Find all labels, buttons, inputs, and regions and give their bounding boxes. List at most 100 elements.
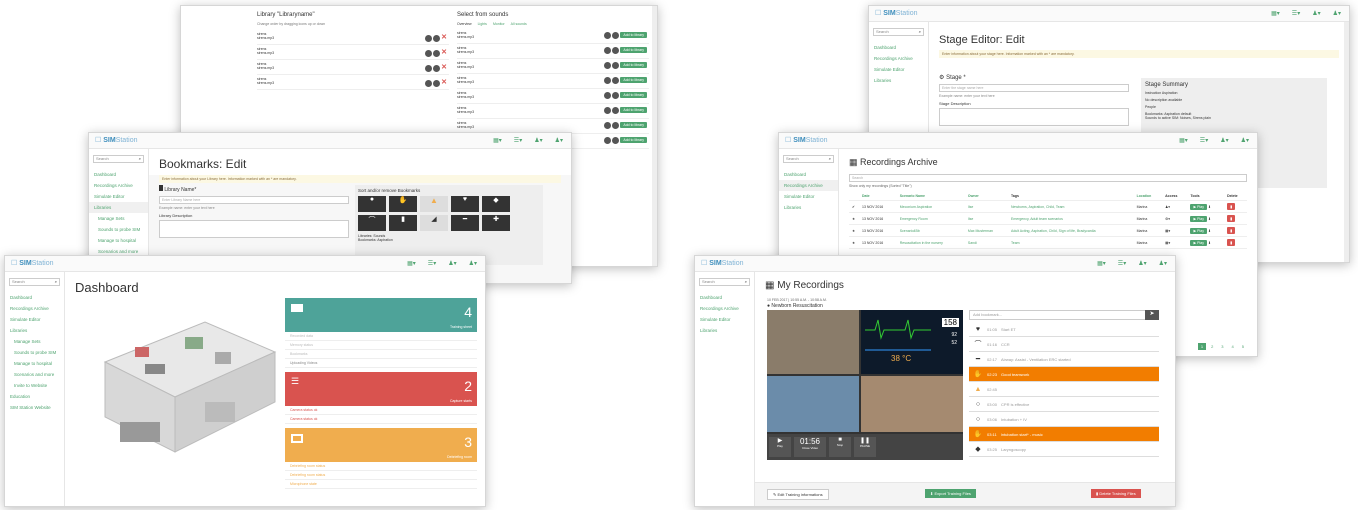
account-menu-icon[interactable]: ♟▾ [1159, 260, 1167, 267]
stethoscope-icon[interactable]: ⌒ [358, 215, 386, 231]
page-link[interactable]: 5 [1239, 343, 1247, 350]
recordings-menu-icon[interactable]: ▦▾ [493, 137, 502, 144]
hand-icon[interactable]: ✋ [389, 196, 417, 212]
sound-item[interactable]: sirenssirens.mp3 Add to library [457, 59, 649, 74]
recordings-menu-icon[interactable]: ▦▾ [1179, 137, 1188, 144]
sidebar-item-editor[interactable]: Simulate Editor [869, 64, 928, 75]
app-logo[interactable]: ☐ SIMStation [701, 259, 743, 267]
add-bookmark-button[interactable]: ➤ [1145, 310, 1159, 320]
stop-icon[interactable] [612, 107, 620, 114]
lungs-icon[interactable]: ◆ [482, 196, 510, 212]
table-row[interactable]: ★ 13 NOV 2016 Emergency Room Ilse Emerge… [849, 212, 1247, 225]
play-icon[interactable] [604, 47, 612, 54]
stop-icon[interactable]: ■ Stop [829, 437, 851, 457]
access-icon[interactable]: ♟▾ [1162, 200, 1188, 213]
add-bookmark-input[interactable]: Add bookmark... [969, 310, 1159, 320]
tab-lights[interactable]: Lights [478, 22, 487, 26]
access-icon[interactable]: ▦▾ [1162, 236, 1188, 249]
play-button[interactable]: ▶ Play [1190, 239, 1207, 246]
user-menu-icon[interactable]: ♟▾ [534, 137, 542, 144]
page-link[interactable]: 2 [1208, 343, 1216, 350]
search-icon[interactable]: ⌕ [919, 29, 921, 34]
search-icon[interactable]: ⌕ [55, 279, 57, 284]
table-row[interactable]: ✔ 13 NOV 2016 Meconium Aspiration Ilse N… [849, 200, 1247, 213]
card-row[interactable]: Camera status ok [285, 406, 477, 415]
pin-icon[interactable]: ★ [849, 212, 859, 225]
search-input[interactable]: Search ⌕ [783, 155, 834, 163]
debriefing-card[interactable]: 3 Debriefing room Debriefing room status… [285, 428, 477, 489]
pause-icon[interactable]: ❚❚ PAUSE [854, 437, 876, 457]
page-link[interactable]: 3 [1218, 343, 1226, 350]
sidebar-item-recordings[interactable]: Recordings Archive [695, 303, 754, 314]
stop-icon[interactable] [612, 137, 620, 144]
sidebar-item-manage-sets[interactable]: Manage Sets [5, 336, 64, 347]
list-menu-icon[interactable]: ☰▾ [428, 260, 436, 267]
syringe-icon[interactable]: ━ [451, 215, 479, 231]
account-menu-icon[interactable]: ♟▾ [1333, 10, 1341, 17]
play-icon[interactable] [425, 34, 433, 42]
play-icon[interactable] [604, 92, 612, 99]
speech-bubble-icon[interactable]: ● [358, 196, 386, 212]
search-input[interactable]: Search ⌕ [9, 278, 60, 286]
sidebar-item-editor[interactable]: Simulate Editor [5, 314, 64, 325]
sidebar-item-invite[interactable]: Invite to Website [5, 380, 64, 391]
search-input[interactable]: Search ⌕ [873, 28, 924, 36]
library-scrollbar[interactable] [652, 6, 657, 266]
sound-item[interactable]: sirenssirens.mp3 Add to library [457, 104, 649, 119]
timeline-row[interactable]: ⌒ 01:16 CCR [969, 337, 1159, 352]
sidebar-item-dashboard[interactable]: Dashboard [5, 292, 64, 303]
edit-training-button[interactable]: ✎ Edit Training informations [767, 489, 829, 500]
list-menu-icon[interactable]: ☰▾ [1200, 137, 1208, 144]
add-to-library-button[interactable]: Add to library [620, 77, 647, 84]
user-menu-icon[interactable]: ♟▾ [1312, 10, 1320, 17]
col-name[interactable]: Scenario Name [896, 192, 965, 201]
user-menu-icon[interactable]: ♟▾ [1138, 260, 1146, 267]
add-to-library-button[interactable]: Add to library [620, 47, 647, 54]
library-name-input[interactable]: Enter Library Name here [159, 196, 349, 204]
play-button[interactable]: ▶ Play [1190, 203, 1207, 210]
delete-icon[interactable]: ▮ [1227, 203, 1236, 210]
library-item[interactable]: sirens sirens.mp3 ✕ [257, 60, 449, 75]
play-icon[interactable] [604, 107, 612, 114]
recordings-menu-icon[interactable]: ▦▾ [1097, 260, 1106, 267]
add-to-library-button[interactable]: Add to library [620, 32, 647, 39]
app-logo[interactable]: ☐ SIMStation [785, 136, 827, 144]
sidebar-item-website[interactable]: SIM Station Website [5, 402, 64, 413]
download-icon[interactable]: ⬇ [1208, 229, 1211, 233]
list-menu-icon[interactable]: ☰▾ [514, 137, 522, 144]
add-to-library-button[interactable]: Add to library [620, 92, 647, 99]
sound-item[interactable]: sirenssirens.mp3 Add to library [457, 74, 649, 89]
sidebar-item-sounds[interactable]: Sounds to probe SIM [5, 347, 64, 358]
stop-icon[interactable] [433, 64, 441, 72]
sidebar-item-libraries[interactable]: Libraries [89, 202, 148, 213]
stage-name-input[interactable]: Enter the stage name here [939, 84, 1129, 92]
remove-icon[interactable]: ✕ [441, 64, 447, 71]
col-owner[interactable]: Owner [964, 192, 1008, 201]
play-icon[interactable] [425, 79, 433, 87]
cross-icon[interactable]: ✚ [482, 215, 510, 231]
pin-icon[interactable]: ✔ [849, 200, 859, 213]
add-to-library-button[interactable]: Add to library [620, 137, 647, 144]
delete-icon[interactable]: ▮ [1227, 215, 1236, 222]
delete-icon[interactable]: ▮ [1227, 239, 1236, 246]
sidebar-item-recordings[interactable]: Recordings Archive [869, 53, 928, 64]
warning-icon[interactable]: ▲ [420, 196, 448, 212]
search-icon[interactable]: ⌕ [829, 156, 831, 161]
download-icon[interactable]: ⬇ [1208, 205, 1211, 209]
table-row[interactable]: ★ 13 NOV 2016 Scenario4Bb Max Musterman … [849, 224, 1247, 237]
stop-icon[interactable] [612, 62, 620, 69]
video-player[interactable]: 158 92 52 38 °C ▶ Play 01:56 Close Video … [767, 310, 963, 460]
tube-icon[interactable]: ◢ [420, 215, 448, 231]
list-menu-icon[interactable]: ☰▾ [1292, 10, 1300, 17]
play-icon[interactable] [425, 64, 433, 72]
sidebar-item-libraries[interactable]: Libraries [695, 325, 754, 336]
play-icon[interactable] [425, 49, 433, 57]
add-to-library-button[interactable]: Add to library [620, 122, 647, 129]
heart-icon[interactable]: ♥ [451, 196, 479, 212]
card-row[interactable]: Recorded data [285, 332, 477, 341]
timeline-row[interactable]: ✋ 03:11 Intubation start* - music [969, 427, 1159, 442]
play-button[interactable]: ▶ Play [1190, 227, 1207, 234]
delete-training-button[interactable]: ▮ Delete Training Files [1091, 489, 1141, 498]
download-icon[interactable]: ⬇ [1208, 217, 1211, 221]
table-row[interactable]: ★ 13 NOV 2016 Resuscitation in the nurse… [849, 236, 1247, 249]
